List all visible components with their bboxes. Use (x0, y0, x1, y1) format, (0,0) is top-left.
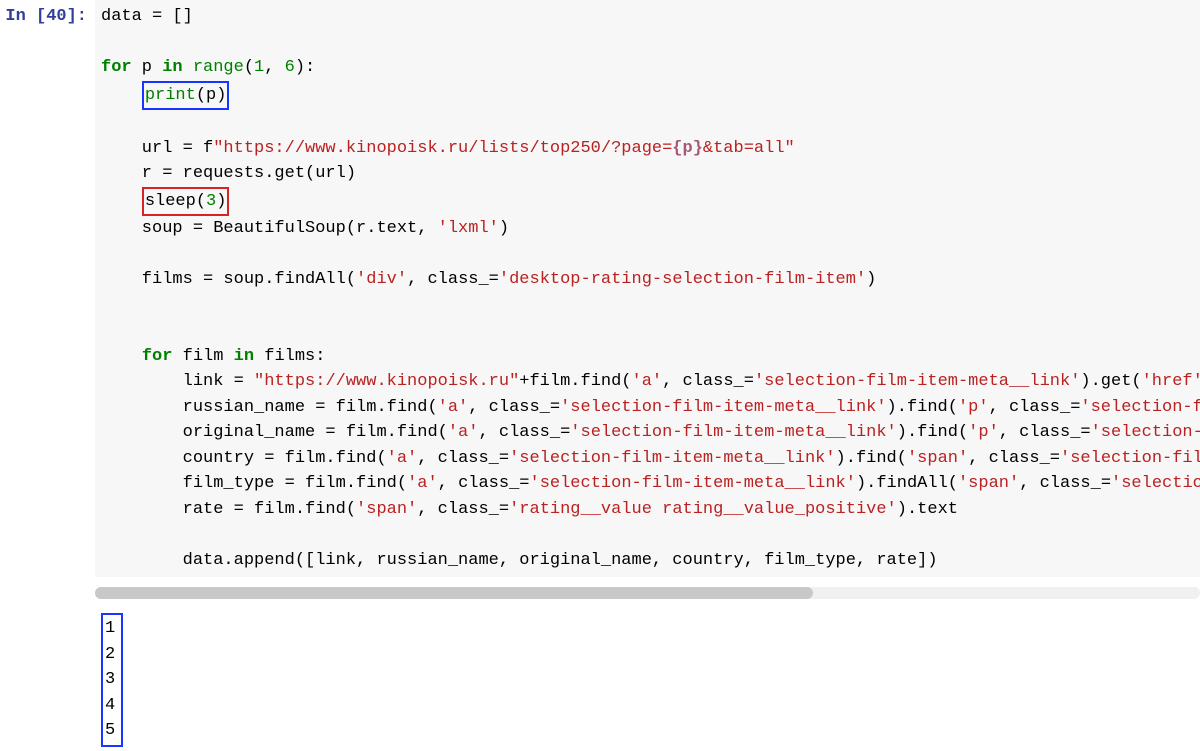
output-line: 1 (105, 616, 115, 642)
horizontal-scrollbar[interactable] (95, 587, 1200, 599)
output-line: 2 (105, 642, 115, 668)
output-line: 4 (105, 693, 115, 719)
output-line: 3 (105, 667, 115, 693)
prompt-label: In [40]: (5, 7, 87, 26)
code-block: data = [] for p in range(1, 6): print(p)… (101, 4, 1194, 573)
highlight-sleep: sleep(3) (142, 187, 230, 217)
code-cell: In [40]: data = [] for p in range(1, 6):… (0, 0, 1200, 577)
output-line: 5 (105, 718, 115, 744)
cell-prompt: In [40]: (0, 0, 95, 577)
cell-output: 1 2 3 4 5 (95, 609, 1200, 751)
highlight-print: print(p) (142, 81, 230, 111)
highlight-output: 1 2 3 4 5 (101, 613, 123, 747)
scrollbar-thumb[interactable] (95, 587, 813, 599)
code-input[interactable]: data = [] for p in range(1, 6): print(p)… (95, 0, 1200, 577)
